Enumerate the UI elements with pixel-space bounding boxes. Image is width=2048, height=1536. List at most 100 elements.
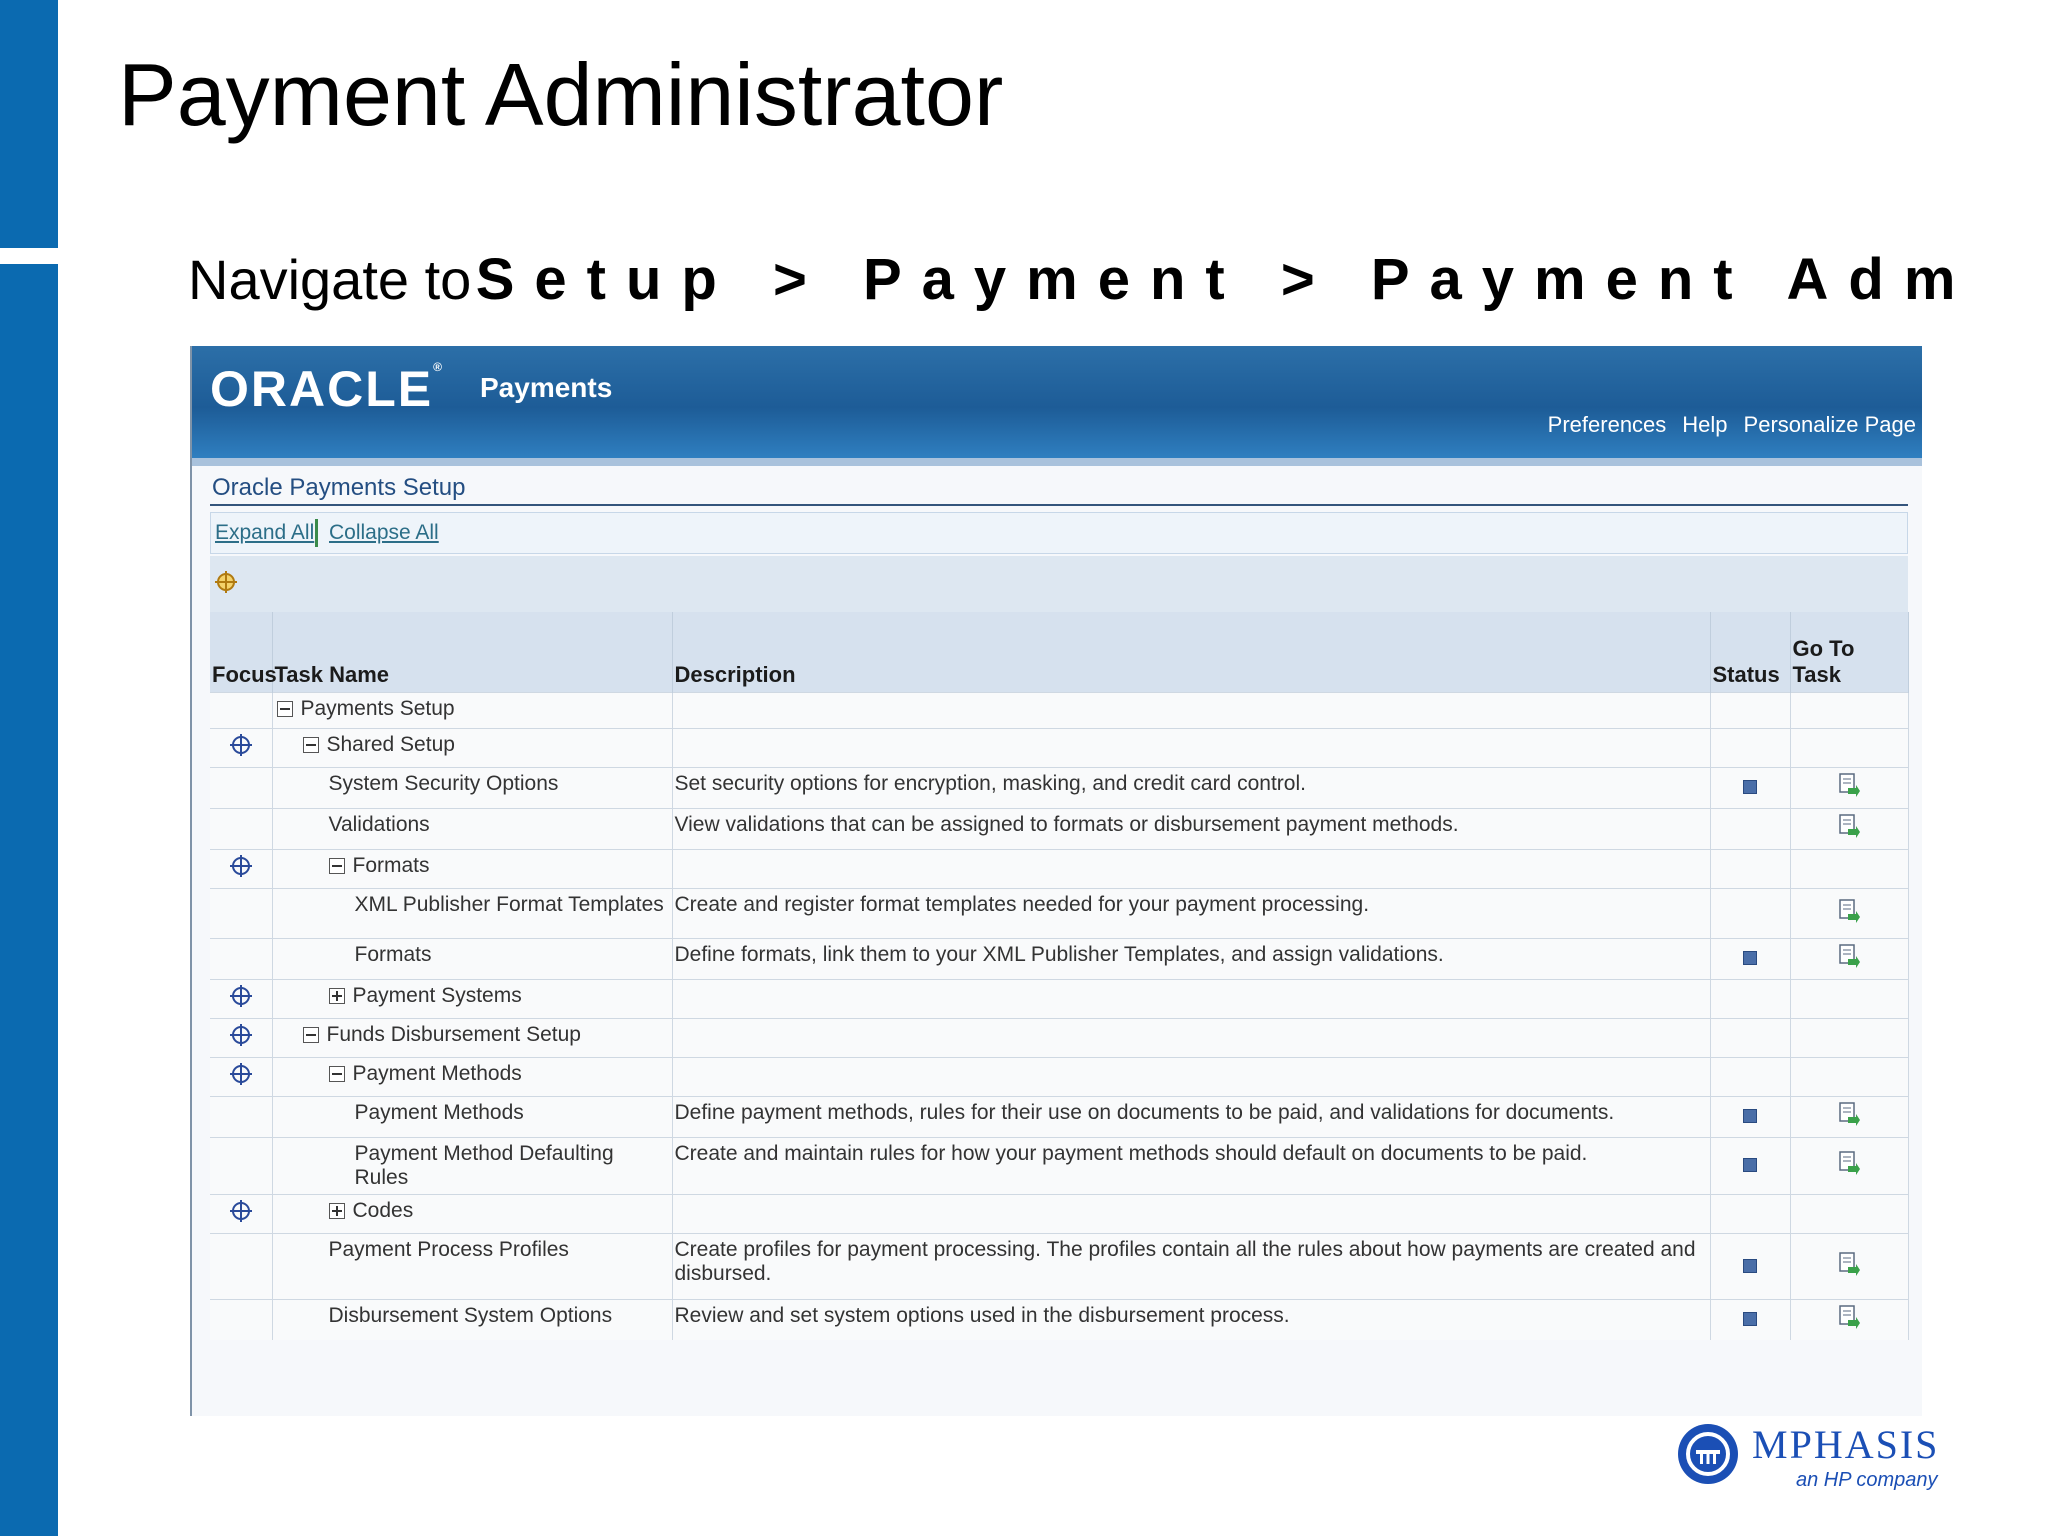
go-to-task-icon[interactable] [1838, 1304, 1860, 1330]
go-to-task-cell [1790, 728, 1909, 768]
collapse-node-icon[interactable] [302, 737, 319, 754]
table-row: Formats Define formats, link them to your… [210, 938, 1909, 980]
personalize-page-link[interactable]: Personalize Page [1744, 412, 1916, 438]
focus-cell[interactable] [210, 728, 273, 768]
go-to-task-cell[interactable] [1790, 938, 1909, 980]
go-to-task-icon[interactable] [1838, 943, 1860, 969]
table-row: XML Publisher Format Templates Create and… [210, 888, 1909, 939]
focus-cell [210, 1233, 273, 1300]
table-row: Disbursement System Options Review and se… [210, 1299, 1909, 1340]
expand-all-link[interactable]: Expand All [215, 521, 314, 545]
go-to-task-cell[interactable] [1790, 767, 1909, 809]
task-name: Validations [328, 813, 430, 836]
description-cell [672, 692, 1711, 729]
header-description: Description [672, 612, 1711, 693]
status-cell [1710, 1299, 1791, 1340]
focus-cell[interactable] [210, 1057, 273, 1097]
status-cell [1710, 849, 1791, 889]
table-row: Payment Systems [210, 979, 1909, 1019]
go-to-task-icon[interactable] [1838, 1101, 1860, 1127]
focus-cell[interactable] [210, 1018, 273, 1058]
task-name-cell: Codes [272, 1194, 673, 1234]
focus-cell [210, 1299, 273, 1340]
focus-crosshair-icon[interactable] [229, 734, 253, 762]
expand-node-icon[interactable] [328, 988, 345, 1005]
go-to-task-icon[interactable] [1838, 772, 1860, 798]
expand-node-icon[interactable] [328, 1203, 345, 1220]
focus-crosshair-icon[interactable] [229, 1063, 253, 1091]
slide-side-bar-top [0, 0, 58, 248]
collapse-node-icon[interactable] [302, 1027, 319, 1044]
table-row: System Security Options Set security opti… [210, 767, 1909, 809]
status-indicator-icon [1743, 1258, 1757, 1273]
section-divider [210, 504, 1908, 506]
go-to-task-icon[interactable] [1838, 1251, 1860, 1277]
task-name: XML Publisher Format Templates [354, 893, 664, 916]
go-to-task-cell[interactable] [1790, 1096, 1909, 1138]
task-name-cell: Formats [272, 938, 673, 980]
focus-cell [210, 767, 273, 809]
header-task-name: Task Name [272, 612, 673, 693]
description-cell: Create profiles for payment processing. … [672, 1233, 1711, 1300]
help-link[interactable]: Help [1682, 412, 1727, 438]
focus-crosshair-icon[interactable] [229, 1024, 253, 1052]
status-cell [1710, 1194, 1791, 1234]
go-to-task-cell[interactable] [1790, 1233, 1909, 1300]
table-row: Shared Setup [210, 728, 1909, 768]
focus-crosshair-icon[interactable] [229, 985, 253, 1013]
task-name: Funds Disbursement Setup [326, 1023, 581, 1046]
focus-root-icon[interactable] [214, 570, 238, 594]
focus-cell[interactable] [210, 1194, 273, 1234]
description-cell: Set security options for encryption, mas… [672, 767, 1711, 809]
task-rows: Payments Setup Shared Setup System Securit… [210, 692, 1909, 1340]
app-header: ORACLE® Payments Preferences Help Person… [192, 346, 1922, 458]
status-cell [1710, 938, 1791, 980]
focus-cell[interactable] [210, 849, 273, 889]
collapse-all-link[interactable]: Collapse All [329, 521, 439, 545]
status-cell [1710, 1233, 1791, 1300]
task-name-cell: Payment Systems [272, 979, 673, 1019]
description-cell [672, 1018, 1711, 1058]
task-name: Disbursement System Options [328, 1304, 613, 1327]
status-cell [1710, 728, 1791, 768]
go-to-task-cell[interactable] [1790, 1137, 1909, 1195]
go-to-task-icon[interactable] [1838, 813, 1860, 839]
collapse-node-icon[interactable] [328, 858, 345, 875]
status-cell [1710, 767, 1791, 809]
collapse-node-icon[interactable] [328, 1066, 345, 1083]
header-status: Status [1710, 612, 1791, 693]
task-name-cell: Funds Disbursement Setup [272, 1018, 673, 1058]
go-to-task-cell [1790, 1194, 1909, 1234]
task-name: System Security Options [328, 772, 559, 795]
status-cell [1710, 692, 1791, 729]
go-to-task-cell[interactable] [1790, 1299, 1909, 1340]
description-cell: Define formats, link them to your XML Pu… [672, 938, 1711, 980]
oracle-payments-screenshot: ORACLE® Payments Preferences Help Person… [190, 346, 1922, 1416]
description-cell: View validations that can be assigned to… [672, 808, 1711, 850]
setup-task-table: Focus Task Name Description Status Go To… [210, 612, 1909, 1340]
preferences-link[interactable]: Preferences [1548, 412, 1667, 438]
task-name-cell: Validations [272, 808, 673, 850]
task-name-cell: Payment Process Profiles [272, 1233, 673, 1300]
go-to-task-cell[interactable] [1790, 888, 1909, 939]
description-cell: Create and register format templates nee… [672, 888, 1711, 939]
task-name-cell: Shared Setup [272, 728, 673, 768]
collapse-node-icon[interactable] [276, 701, 293, 718]
go-to-task-icon[interactable] [1838, 898, 1860, 924]
table-row: Payments Setup [210, 692, 1909, 729]
focus-cell[interactable] [210, 979, 273, 1019]
task-name-cell: Payments Setup [272, 692, 673, 729]
toolbar-separator [315, 519, 318, 547]
focus-crosshair-icon[interactable] [229, 1200, 253, 1228]
focus-crosshair-icon[interactable] [229, 855, 253, 883]
go-to-task-cell[interactable] [1790, 808, 1909, 850]
status-cell [1710, 1137, 1791, 1195]
mphasis-logo: MPHASIS an HP company [1678, 1422, 1939, 1491]
status-indicator-icon [1743, 1158, 1757, 1172]
header-focus: Focus [210, 612, 277, 693]
go-to-task-icon[interactable] [1838, 1150, 1860, 1176]
app-name: Payments [480, 372, 613, 403]
nav-lead-text: Navigate to [188, 248, 472, 311]
table-row: Validations View validations that can be … [210, 808, 1909, 850]
mphasis-tagline: an HP company [1796, 1469, 1939, 1491]
